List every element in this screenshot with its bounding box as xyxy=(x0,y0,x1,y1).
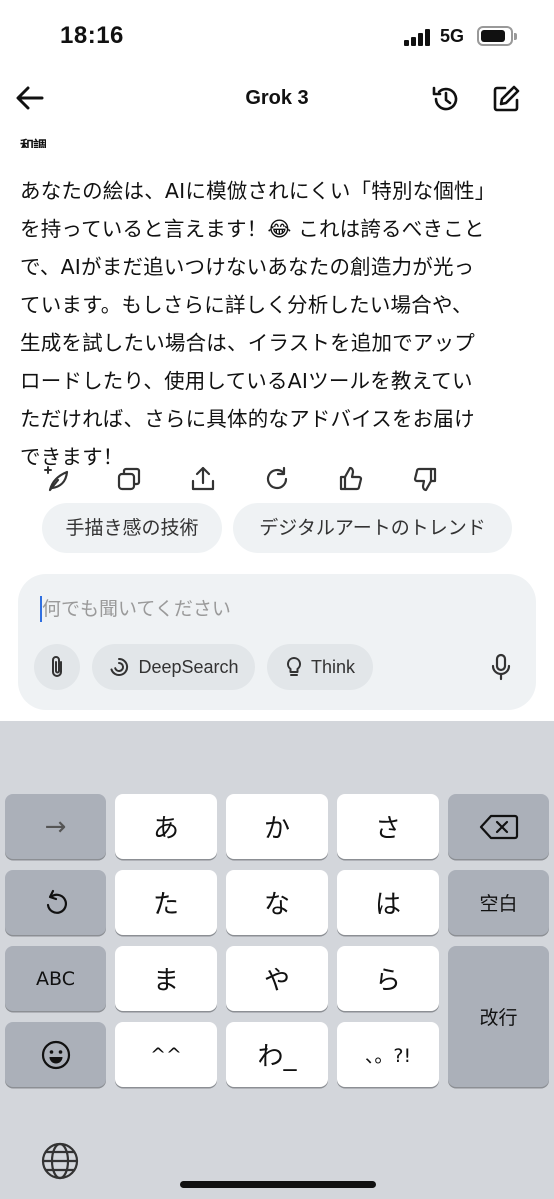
microphone-icon xyxy=(491,653,511,681)
signal-icon xyxy=(404,28,434,46)
paperclip-icon xyxy=(52,656,62,677)
deepsearch-button[interactable]: DeepSearch xyxy=(92,644,255,690)
key-ka[interactable]: か xyxy=(226,794,328,859)
edit-icon xyxy=(493,85,520,112)
message-line: ただければ、さらに具体的なアドバイスをお届け xyxy=(20,407,475,431)
suggestion-chip[interactable]: 手描き感の技術 xyxy=(42,503,222,553)
home-indicator xyxy=(180,1181,376,1188)
deepsearch-icon xyxy=(110,657,129,676)
key-sa[interactable]: さ xyxy=(337,794,439,859)
new-chat-button[interactable] xyxy=(487,80,525,118)
key-ma[interactable]: ま xyxy=(115,946,217,1011)
regenerate-icon xyxy=(266,466,288,490)
refine-button[interactable] xyxy=(40,462,74,496)
key-return[interactable]: 改行 xyxy=(448,946,549,1087)
attach-button[interactable] xyxy=(34,644,80,690)
battery-icon xyxy=(477,26,517,46)
key-na[interactable]: な xyxy=(226,870,328,935)
key-emoji[interactable] xyxy=(5,1022,106,1087)
globe-icon xyxy=(41,1142,79,1180)
key-a[interactable]: あ xyxy=(115,794,217,859)
think-button[interactable]: Think xyxy=(267,644,373,690)
copy-icon xyxy=(117,467,141,491)
software-keyboard: → あ か さ た な は 空白 ABC ま や ら 改行 ^^ わ_ 、。?! xyxy=(0,721,554,1199)
key-space[interactable]: 空白 xyxy=(448,870,549,935)
page-title: Grok 3 xyxy=(245,87,309,109)
thumbs-up-icon xyxy=(339,466,363,491)
regenerate-button[interactable] xyxy=(260,462,294,496)
key-wa[interactable]: わ_ xyxy=(226,1022,328,1087)
clipped-previous-text: 和調 xyxy=(20,139,46,148)
deepsearch-label: DeepSearch xyxy=(138,656,239,677)
key-next-candidate[interactable]: → xyxy=(5,794,106,859)
key-ra[interactable]: ら xyxy=(337,946,439,1011)
history-button[interactable] xyxy=(427,80,465,118)
composer: DeepSearch Think xyxy=(18,574,536,710)
share-icon xyxy=(191,466,215,491)
globe-button[interactable] xyxy=(40,1141,80,1181)
message-actions xyxy=(40,462,460,498)
key-kaomoji[interactable]: ^^ xyxy=(115,1022,217,1087)
message-line: 生成を試したい場合は、イラストを追加でアップ xyxy=(20,331,475,355)
key-abc[interactable]: ABC xyxy=(5,946,106,1011)
message-input[interactable] xyxy=(42,594,482,624)
think-label: Think xyxy=(310,656,355,677)
emoji-icon xyxy=(41,1040,70,1069)
message-line: を持っていると言えます！😂 これは誇るべきこと xyxy=(20,217,485,241)
chat-header: Grok 3 xyxy=(0,72,554,128)
sparkle-leaf-icon xyxy=(44,466,69,492)
suggestion-chip[interactable]: デジタルアートのトレンド xyxy=(233,503,512,553)
message-line: ロードしたり、使用しているAIツールを教えてい xyxy=(20,369,473,393)
thumbs-down-icon xyxy=(413,467,437,492)
like-button[interactable] xyxy=(334,462,368,496)
history-icon xyxy=(432,86,458,111)
backspace-icon xyxy=(479,814,518,839)
status-bar: 18:16 5G xyxy=(0,0,554,70)
key-ha[interactable]: は xyxy=(337,870,439,935)
message-line: ています。もしさらに詳しく分析したい場合や、 xyxy=(20,293,473,317)
assistant-message: あなたの絵は、AIに模倣されにくい「特別な個性」 を持っていると言えます！😂 こ… xyxy=(20,172,530,476)
message-line: で、AIがまだ追いつけないあなたの創造力が光っ xyxy=(20,255,475,279)
undo-icon xyxy=(46,889,67,914)
key-delete[interactable] xyxy=(448,794,549,859)
copy-button[interactable] xyxy=(112,462,146,496)
key-undo[interactable] xyxy=(5,870,106,935)
key-ta[interactable]: た xyxy=(115,870,217,935)
network-type: 5G xyxy=(440,26,465,46)
message-line: あなたの絵は、AIに模倣されにくい「特別な個性」 xyxy=(20,179,496,203)
dislike-button[interactable] xyxy=(408,462,442,496)
status-time: 18:16 xyxy=(60,22,124,49)
voice-input-button[interactable] xyxy=(478,644,524,690)
key-punctuation[interactable]: 、。?! xyxy=(337,1022,439,1087)
share-button[interactable] xyxy=(186,462,220,496)
key-ya[interactable]: や xyxy=(226,946,328,1011)
lightbulb-icon xyxy=(286,656,302,676)
